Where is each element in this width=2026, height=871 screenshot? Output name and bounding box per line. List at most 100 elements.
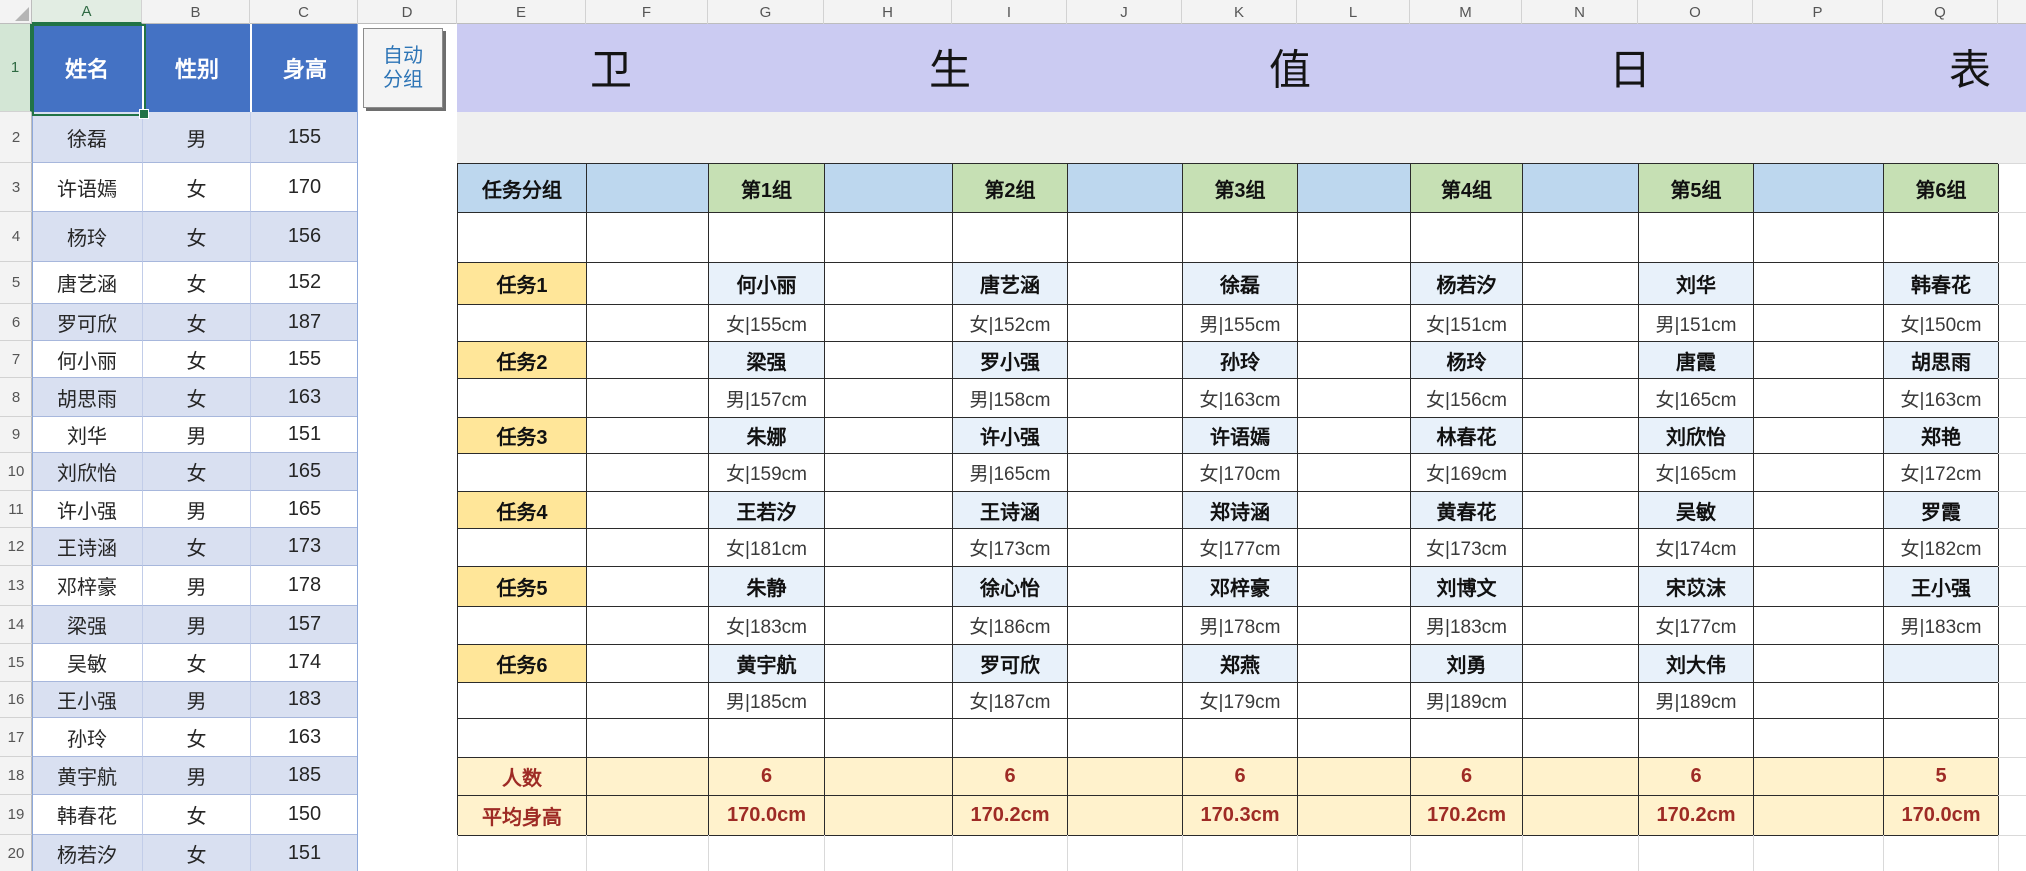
- member-name-cell[interactable]: 罗可欣: [953, 645, 1068, 683]
- roster-height-cell[interactable]: 185: [250, 757, 358, 795]
- empty-cell[interactable]: [1754, 567, 1884, 607]
- empty-cell[interactable]: [1298, 305, 1411, 342]
- row-header-11[interactable]: 11: [0, 491, 32, 528]
- roster-gender-cell[interactable]: 男: [142, 417, 250, 453]
- empty-cell[interactable]: [1754, 492, 1884, 529]
- task-label-cell[interactable]: 任务4: [458, 492, 587, 529]
- empty-cell[interactable]: [587, 683, 709, 719]
- member-name-cell[interactable]: 郑艳: [1884, 418, 1999, 454]
- roster-name-cell[interactable]: 杨玲: [32, 212, 142, 262]
- member-name-cell[interactable]: 刘欣怡: [1639, 418, 1754, 454]
- empty-cell[interactable]: [825, 305, 953, 342]
- empty-cell[interactable]: [1068, 567, 1183, 607]
- roster-gender-cell[interactable]: 女: [142, 341, 250, 378]
- column-header-O[interactable]: O: [1638, 0, 1753, 24]
- avg-cell[interactable]: 170.3cm: [1183, 796, 1298, 836]
- member-name-cell[interactable]: 王诗涵: [953, 492, 1068, 529]
- empty-cell[interactable]: [1298, 379, 1411, 418]
- roster-height-cell[interactable]: 165: [250, 453, 358, 491]
- empty-cell[interactable]: [825, 379, 953, 418]
- count-gap-cell[interactable]: [1754, 758, 1884, 796]
- group-header-gap-cell[interactable]: [1754, 164, 1884, 213]
- count-gap-cell[interactable]: [1523, 758, 1639, 796]
- select-all-button[interactable]: [0, 0, 32, 24]
- member-info-cell[interactable]: 女|159cm: [709, 454, 825, 492]
- roster-height-cell[interactable]: 163: [250, 378, 358, 417]
- empty-cell[interactable]: [825, 683, 953, 719]
- roster-gender-cell[interactable]: 女: [142, 795, 250, 835]
- member-info-cell[interactable]: 女|186cm: [953, 607, 1068, 645]
- empty-cell[interactable]: [587, 454, 709, 492]
- empty-cell[interactable]: [825, 454, 953, 492]
- left-table-header-height[interactable]: 身高: [250, 24, 358, 112]
- member-name-cell[interactable]: [1884, 645, 1999, 683]
- member-info-cell[interactable]: [1884, 683, 1999, 719]
- member-name-cell[interactable]: 朱静: [709, 567, 825, 607]
- empty-cell[interactable]: [1754, 683, 1884, 719]
- member-name-cell[interactable]: 孙玲: [1183, 342, 1298, 379]
- count-cell[interactable]: 6: [1183, 758, 1298, 796]
- roster-name-cell[interactable]: 许小强: [32, 491, 142, 528]
- group-header-cell[interactable]: 第5组: [1639, 164, 1754, 213]
- roster-gender-cell[interactable]: 男: [142, 112, 250, 163]
- roster-height-cell[interactable]: 151: [250, 835, 358, 871]
- avg-gap-cell[interactable]: [1298, 796, 1411, 836]
- row-header-9[interactable]: 9: [0, 417, 32, 453]
- roster-name-cell[interactable]: 孙玲: [32, 718, 142, 757]
- empty-cell[interactable]: [1523, 645, 1639, 683]
- roster-height-cell[interactable]: 163: [250, 718, 358, 757]
- avg-gap-cell[interactable]: [1068, 796, 1183, 836]
- empty-cell[interactable]: [587, 342, 709, 379]
- member-info-cell[interactable]: 男|165cm: [953, 454, 1068, 492]
- empty-cell[interactable]: [1523, 454, 1639, 492]
- empty-cell[interactable]: [458, 607, 587, 645]
- roster-name-cell[interactable]: 胡思雨: [32, 378, 142, 417]
- avg-gap-cell[interactable]: [1754, 796, 1884, 836]
- row-header-13[interactable]: 13: [0, 566, 32, 606]
- member-info-cell[interactable]: 女|187cm: [953, 683, 1068, 719]
- member-info-cell[interactable]: 女|163cm: [1884, 379, 1999, 418]
- empty-cell[interactable]: [825, 719, 953, 758]
- member-name-cell[interactable]: 王小强: [1884, 567, 1999, 607]
- member-info-cell[interactable]: 男|158cm: [953, 379, 1068, 418]
- member-name-cell[interactable]: 吴敏: [1639, 492, 1754, 529]
- count-cell[interactable]: 6: [1411, 758, 1523, 796]
- roster-height-cell[interactable]: 173: [250, 528, 358, 566]
- roster-name-cell[interactable]: 刘华: [32, 417, 142, 453]
- avg-cell[interactable]: 170.0cm: [1884, 796, 1999, 836]
- empty-cell[interactable]: [1523, 305, 1639, 342]
- column-header-F[interactable]: F: [586, 0, 708, 24]
- member-info-cell[interactable]: 女|181cm: [709, 529, 825, 567]
- empty-cell[interactable]: [1298, 492, 1411, 529]
- avg-gap-cell[interactable]: [825, 796, 953, 836]
- empty-cell[interactable]: [587, 418, 709, 454]
- member-name-cell[interactable]: 刘博文: [1411, 567, 1523, 607]
- row-header-6[interactable]: 6: [0, 304, 32, 341]
- empty-cell[interactable]: [1523, 529, 1639, 567]
- avg-cell[interactable]: 170.2cm: [1411, 796, 1523, 836]
- empty-cell[interactable]: [587, 305, 709, 342]
- column-header-B[interactable]: B: [142, 0, 250, 24]
- group-header-cell[interactable]: 第4组: [1411, 164, 1523, 213]
- avg-cell[interactable]: 170.2cm: [1639, 796, 1754, 836]
- roster-name-cell[interactable]: 韩春花: [32, 795, 142, 835]
- member-name-cell[interactable]: 宋苡沫: [1639, 567, 1754, 607]
- empty-cell[interactable]: [1754, 529, 1884, 567]
- row-header-1[interactable]: 1: [0, 24, 32, 112]
- member-info-cell[interactable]: 女|155cm: [709, 305, 825, 342]
- empty-cell[interactable]: [1068, 342, 1183, 379]
- empty-cell[interactable]: [1068, 454, 1183, 492]
- empty-cell[interactable]: [1754, 719, 1884, 758]
- sheet-title-cell[interactable]: 卫 生 值 日 表: [457, 24, 2026, 112]
- member-name-cell[interactable]: 徐磊: [1183, 263, 1298, 305]
- member-name-cell[interactable]: 黄宇航: [709, 645, 825, 683]
- roster-gender-cell[interactable]: 女: [142, 835, 250, 871]
- member-info-cell[interactable]: 男|151cm: [1639, 305, 1754, 342]
- column-header-I[interactable]: I: [952, 0, 1067, 24]
- count-cell[interactable]: 6: [1639, 758, 1754, 796]
- roster-gender-cell[interactable]: 女: [142, 453, 250, 491]
- empty-cell[interactable]: [1068, 607, 1183, 645]
- row-header-14[interactable]: 14: [0, 606, 32, 644]
- member-name-cell[interactable]: 唐霞: [1639, 342, 1754, 379]
- empty-cell[interactable]: [458, 305, 587, 342]
